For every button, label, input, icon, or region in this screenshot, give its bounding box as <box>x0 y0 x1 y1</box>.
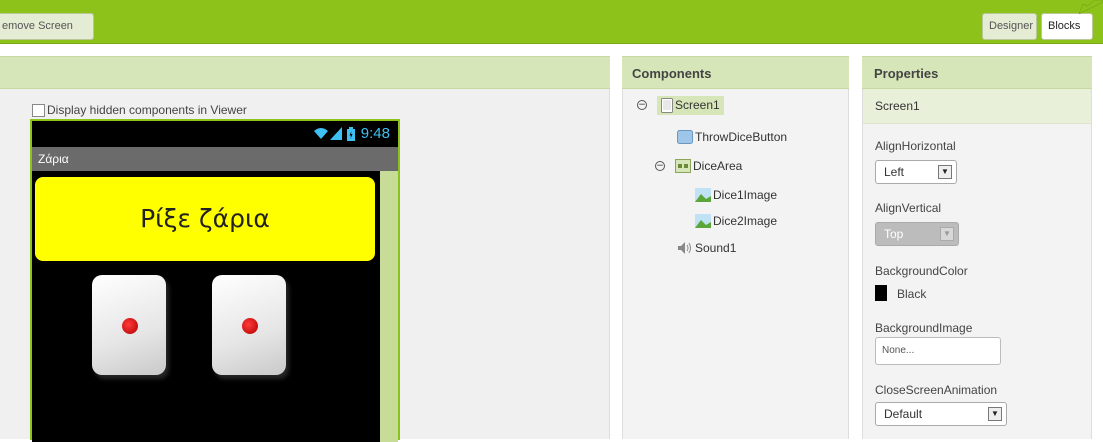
signal-icon <box>329 127 342 140</box>
chevron-down-icon: ▼ <box>940 227 954 241</box>
tree-item-selected[interactable]: Screen1 <box>657 95 724 115</box>
arrangement-icon <box>675 159 691 173</box>
align-horizontal-label: AlignHorizontal <box>875 139 956 153</box>
tree-item-sound1[interactable]: Sound1 <box>677 238 736 258</box>
tree-item-label: Dice1Image <box>713 188 778 202</box>
tree-item-label: Screen1 <box>675 98 720 112</box>
tree-item-dice2image[interactable]: Dice2Image <box>695 211 777 231</box>
wifi-icon <box>313 128 328 139</box>
tree-item-label: ThrowDiceButton <box>695 130 788 144</box>
phone-screen-content: Ρίξε ζάρια <box>32 171 380 442</box>
remove-screen-button[interactable]: emove Screen <box>0 13 94 40</box>
phone-preview: 9:48 Ζάρια Ρίξε ζάρια <box>30 119 400 442</box>
tree-item-throwdicebutton[interactable]: ThrowDiceButton <box>677 127 787 147</box>
background-color-value[interactable]: Black <box>897 287 926 301</box>
selected-component-name: Screen1 <box>863 89 1091 124</box>
designer-button[interactable]: Designer <box>982 13 1037 40</box>
tree-item-label: DiceArea <box>693 159 743 173</box>
viewer-panel: Display hidden components in Viewer 9:48… <box>0 89 610 442</box>
collapse-icon[interactable]: − <box>655 161 665 171</box>
chevron-down-icon: ▼ <box>938 165 952 179</box>
tree-item-label: Sound1 <box>695 241 737 255</box>
components-tree: − Screen1 ThrowDiceButton − DiceArea Dic… <box>622 89 849 439</box>
collapse-icon[interactable]: − <box>637 100 647 110</box>
background-image-input[interactable]: None... <box>875 337 1001 365</box>
tree-item-label: Dice2Image <box>713 214 778 228</box>
components-header: Components <box>622 56 849 89</box>
viewer-header <box>0 56 610 89</box>
align-horizontal-select[interactable]: Left ▼ <box>875 160 957 184</box>
dice2-image[interactable] <box>212 275 286 375</box>
align-horizontal-value: Left <box>884 165 905 179</box>
close-screen-animation-select[interactable]: Default ▼ <box>875 402 1007 426</box>
screen-icon <box>661 97 673 113</box>
throw-dice-button[interactable]: Ρίξε ζάρια <box>35 177 375 261</box>
dice1-image[interactable] <box>92 275 166 375</box>
background-color-label: BackgroundColor <box>875 264 968 278</box>
properties-header: Properties <box>862 56 1092 89</box>
display-hidden-components-option[interactable]: Display hidden components in Viewer <box>32 103 247 117</box>
properties-panel: Screen1 AlignHorizontal Left ▼ AlignVert… <box>862 89 1092 439</box>
top-toolbar: emove Screen Designer Blocks <box>0 0 1103 44</box>
arrow-pointer-icon <box>1078 0 1103 14</box>
close-screen-animation-value: Default <box>884 407 923 421</box>
sound-icon <box>678 242 691 254</box>
tree-item-dice1image[interactable]: Dice1Image <box>695 185 777 205</box>
tree-item-dicearea[interactable]: − DiceArea <box>655 156 742 176</box>
phone-scrollbar[interactable] <box>380 171 398 442</box>
die-pip <box>122 318 138 334</box>
image-icon <box>695 188 711 202</box>
color-swatch[interactable] <box>875 285 887 301</box>
image-icon <box>695 214 711 228</box>
background-image-label: BackgroundImage <box>875 321 973 335</box>
button-icon <box>677 130 693 144</box>
align-vertical-label: AlignVertical <box>875 201 942 215</box>
blocks-button[interactable]: Blocks <box>1041 13 1093 40</box>
align-vertical-select[interactable]: Top ▼ <box>875 222 959 246</box>
phone-status-bar: 9:48 <box>32 121 398 147</box>
close-screen-animation-label: CloseScreenAnimation <box>875 383 998 397</box>
die-pip <box>242 318 258 334</box>
battery-icon <box>346 126 355 141</box>
display-hidden-checkbox[interactable] <box>32 103 45 117</box>
align-vertical-value: Top <box>884 227 904 241</box>
chevron-down-icon: ▼ <box>988 407 1002 421</box>
phone-title-bar: Ζάρια <box>32 147 398 171</box>
display-hidden-label: Display hidden components in Viewer <box>47 103 247 117</box>
tree-item-screen1[interactable]: − Screen1 <box>637 95 724 115</box>
status-time: 9:48 <box>360 125 390 142</box>
